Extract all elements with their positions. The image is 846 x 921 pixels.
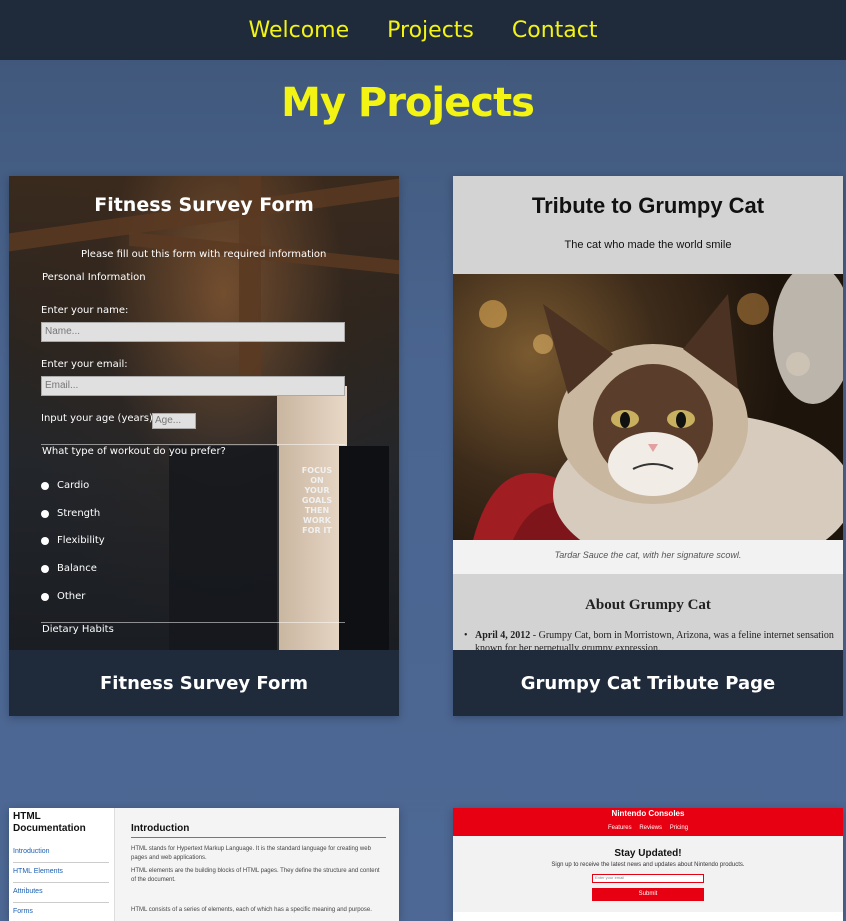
radio-option: Balance: [41, 563, 97, 574]
docs-sidebar: HTML Documentation Introduction HTML Ele…: [9, 808, 115, 921]
photo-caption: Tardar Sauce the cat, with her signature…: [554, 550, 742, 560]
docs-link: HTML Elements: [13, 868, 63, 875]
name-label: Enter your name:: [41, 305, 129, 316]
docs-link: Introduction: [13, 848, 50, 855]
timeline-date: April 4, 2012: [475, 630, 531, 641]
newsletter-email-field: Enter your email: [592, 874, 704, 883]
grumpy-cat-photo: [453, 274, 843, 540]
radio-dot-icon: [41, 564, 49, 573]
nintendo-brand: Nintendo Consoles: [611, 809, 685, 818]
nav-link-welcome[interactable]: Welcome: [248, 18, 351, 43]
docs-link: Forms: [13, 908, 33, 915]
docs-paragraph: HTML elements are the building blocks of…: [131, 868, 380, 883]
timeline-item: • April 4, 2012 - Grumpy Cat, born in Mo…: [464, 629, 835, 650]
radio-option: Strength: [41, 508, 100, 519]
email-label: Enter your email:: [41, 359, 128, 370]
preview-subtitle: Please fill out this form with required …: [81, 249, 327, 260]
page-title: My Projects: [281, 80, 535, 126]
age-field: Age...: [152, 413, 196, 429]
newsletter-heading: Stay Updated!: [614, 848, 682, 859]
radio-option: Flexibility: [41, 535, 105, 546]
preview-title: Fitness Survey Form: [94, 194, 314, 216]
email-field: Email...: [41, 376, 345, 396]
project-caption: Grumpy Cat Tribute Page: [453, 650, 843, 716]
radio-option: Cardio: [41, 480, 89, 491]
project-card-fitness[interactable]: FOCUS ON YOUR GOALS THEN WORK FOR IT Fit…: [9, 176, 399, 716]
name-field: Name...: [41, 322, 345, 342]
docs-sidebar-title: HTML Documentation: [13, 811, 86, 834]
docs-paragraph: HTML consists of a series of elements, e…: [131, 907, 372, 913]
age-label: Input your age (years):: [41, 413, 157, 424]
radio-dot-icon: [41, 536, 49, 545]
preview-title: Tribute to Grumpy Cat: [531, 193, 765, 218]
workout-question: What type of workout do you prefer?: [42, 446, 226, 457]
radio-dot-icon: [41, 592, 49, 601]
project-caption: Fitness Survey Form: [9, 650, 399, 716]
preview-subtitle: The cat who made the world smile: [564, 239, 732, 251]
project-card-html-docs[interactable]: HTML Documentation Introduction HTML Ele…: [9, 808, 399, 921]
newsletter-submit-button: Submit: [592, 888, 704, 901]
newsletter-text: Sign up to receive the latest news and u…: [551, 862, 745, 868]
bullet-icon: •: [464, 630, 468, 641]
photo-caption-band: Tardar Sauce the cat, with her signature…: [453, 540, 843, 574]
nintendo-nav: Features Reviews Pricing: [607, 825, 689, 831]
nintendo-header: Nintendo Consoles Features Reviews Prici…: [453, 808, 843, 836]
survey-form-preview: Fitness Survey Form Please fill out this…: [9, 176, 399, 650]
divider: [41, 444, 345, 445]
tribute-header: Tribute to Grumpy Cat The cat who made t…: [453, 176, 843, 274]
docs-heading: Introduction: [131, 823, 190, 834]
radio-option: Other: [41, 591, 85, 602]
section-personal-info: Personal Information: [42, 272, 146, 283]
docs-link: Attributes: [13, 888, 43, 895]
radio-dot-icon: [41, 481, 49, 490]
docs-main: Introduction HTML stands for Hypertext M…: [115, 808, 399, 921]
docs-paragraph: HTML stands for Hypertext Markup Languag…: [131, 846, 371, 861]
radio-dot-icon: [41, 509, 49, 518]
top-navbar: Welcome Projects Contact: [0, 0, 846, 60]
about-heading: About Grumpy Cat: [585, 597, 711, 613]
project-thumbnail-grumpy-cat: Tribute to Grumpy Cat The cat who made t…: [453, 176, 843, 650]
nav-link-contact[interactable]: Contact: [511, 18, 599, 43]
nav-link-projects[interactable]: Projects: [386, 18, 475, 43]
section-dietary: Dietary Habits: [42, 624, 114, 635]
cat-illustration: [473, 274, 843, 540]
project-card-nintendo[interactable]: Nintendo Consoles Features Reviews Prici…: [453, 808, 843, 921]
project-card-grumpy-cat[interactable]: Tribute to Grumpy Cat The cat who made t…: [453, 176, 843, 716]
divider: [41, 622, 345, 623]
project-thumbnail-fitness: FOCUS ON YOUR GOALS THEN WORK FOR IT Fit…: [9, 176, 399, 650]
